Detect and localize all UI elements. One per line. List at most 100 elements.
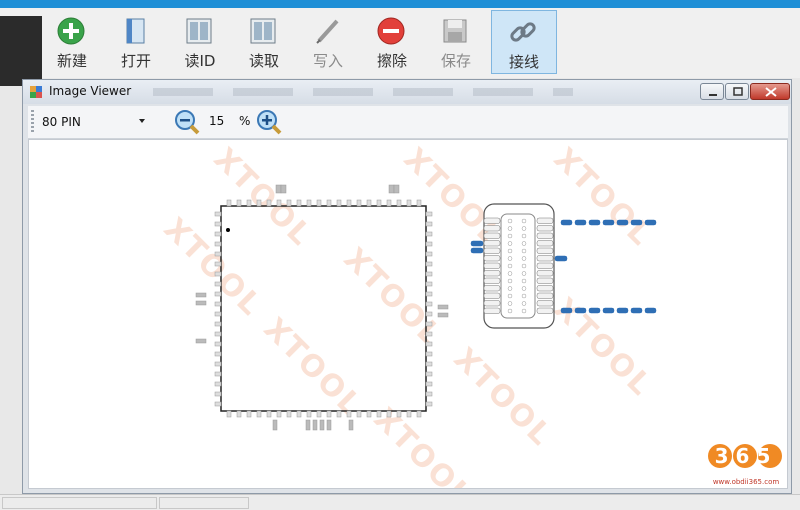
chip-pin (406, 410, 412, 418)
chip-pin (214, 391, 222, 397)
connector-pin (644, 219, 657, 226)
chip-pin (356, 410, 362, 418)
connector-pin (588, 219, 601, 226)
connector-pin (521, 301, 527, 306)
connector-pin (507, 241, 513, 246)
chip-pin (396, 410, 402, 418)
chip-pin (425, 261, 433, 267)
write-pen-icon (316, 19, 339, 44)
connector-pin (470, 247, 484, 254)
connector-pin (507, 286, 513, 291)
connector-pin (521, 263, 527, 269)
zoom-out-icon (175, 110, 200, 135)
connector-pin (521, 286, 527, 291)
chip-pin (326, 410, 332, 418)
chip-pin (425, 341, 433, 347)
top-accent-bar (0, 0, 800, 8)
open-button[interactable]: 打开 (104, 10, 168, 74)
chip-pin (425, 351, 433, 357)
viewer-title: Image Viewer (49, 84, 132, 98)
connector-inner (500, 213, 536, 319)
viewer-titlebar[interactable]: Image Viewer (23, 80, 791, 104)
connector-pin (483, 270, 501, 277)
chip-pin (246, 199, 252, 207)
erase-button[interactable]: 擦除 (360, 10, 424, 74)
chip-pin (214, 301, 222, 307)
chip-pin (266, 199, 272, 207)
read-id-button[interactable]: 读ID (168, 10, 232, 74)
connector-pin (554, 255, 568, 262)
connector-pin (536, 225, 554, 232)
chip-pin (356, 199, 362, 207)
chip-pin (376, 199, 382, 207)
connector-pin (483, 225, 501, 232)
left-dark-panel (0, 16, 42, 86)
connector-pin (483, 285, 501, 292)
chip-pin (226, 410, 232, 418)
toolbar-grip[interactable] (31, 110, 34, 134)
blurred-background-text (153, 88, 573, 96)
connector-pin (521, 278, 527, 284)
chip-pin (305, 419, 311, 431)
connector-pin (483, 307, 501, 314)
read-button[interactable]: 读取 (232, 10, 296, 74)
maximize-icon (733, 87, 743, 96)
connector-pin (536, 255, 554, 262)
zoom-in-button[interactable] (256, 109, 282, 135)
connector-pin (536, 217, 554, 224)
connector-pin (536, 247, 554, 254)
chip-pin (256, 410, 262, 418)
connector-pin (507, 271, 513, 276)
logo-url: www.obdii365.com (713, 478, 780, 486)
chip-pin (296, 199, 302, 207)
chip-pin (214, 261, 222, 267)
pin-count-value: 80 PIN (42, 115, 81, 129)
connector-pin (560, 307, 573, 314)
chip-pin (425, 211, 433, 217)
save-disk-icon (443, 19, 467, 43)
pin-count-select[interactable]: 80 PIN (38, 112, 150, 132)
chip-pin (425, 361, 433, 367)
wiring-link-icon (510, 22, 536, 42)
chip-pin (425, 281, 433, 287)
maximize-button[interactable] (725, 83, 749, 100)
connector-pin (536, 300, 554, 307)
save-button[interactable]: 保存 (424, 10, 488, 74)
chip-pin (195, 300, 207, 306)
connector-pin (507, 278, 513, 284)
new-button[interactable]: 新建 (40, 10, 104, 74)
chip-pin (266, 410, 272, 418)
write-button[interactable]: 写入 (296, 10, 360, 74)
zoom-out-button[interactable] (174, 109, 200, 135)
connector-pin (574, 219, 587, 226)
minimize-button[interactable] (700, 83, 724, 100)
viewer-toolbar: 80 PIN 15 % (28, 106, 788, 139)
chip-pin (214, 281, 222, 287)
connector-pin (483, 232, 501, 239)
connector-pin (536, 270, 554, 277)
zoom-value[interactable]: 15 (209, 114, 224, 128)
chip-pin (388, 184, 395, 194)
wiring-button[interactable]: 接线 (491, 10, 557, 74)
chip-pin (195, 338, 207, 344)
chip-pin (425, 301, 433, 307)
chip-pin (214, 221, 222, 227)
close-button[interactable] (750, 83, 790, 100)
connector-pin (521, 226, 527, 231)
connector-pin (574, 307, 587, 314)
chip-pin (348, 419, 354, 431)
connector-pin (536, 262, 554, 269)
connector-pin (536, 285, 554, 292)
read-id-button-label: 读ID (184, 52, 216, 70)
new-button-label: 新建 (56, 52, 87, 70)
chip-pin (425, 331, 433, 337)
connector-pin (483, 240, 501, 247)
chip-pin (425, 271, 433, 277)
chip-pin (214, 311, 222, 317)
chip-pin (214, 351, 222, 357)
chip-pin (276, 199, 282, 207)
status-segment (159, 497, 249, 509)
chip-pin (425, 231, 433, 237)
image-canvas[interactable]: XTOOL XTOOL XTOOL XTOOL XTOOL XTOOL XTOO… (28, 139, 788, 489)
chip-pin (214, 371, 222, 377)
